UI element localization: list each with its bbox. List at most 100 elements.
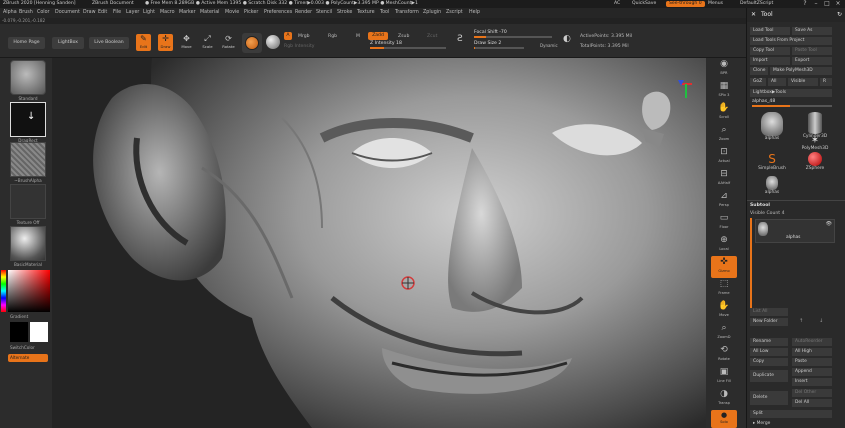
split-button[interactable]: Split bbox=[750, 410, 832, 418]
focal-shift-slider[interactable]: Focal Shift -70 bbox=[474, 30, 552, 38]
tool-panel-header[interactable]: ✕ Tool ↻ bbox=[747, 8, 845, 22]
mrgb-toggle[interactable]: Mrgb bbox=[298, 34, 310, 39]
visible-count-slider[interactable]: Visible Count 4 bbox=[750, 211, 843, 216]
dynamic-toggle[interactable]: Dynamic bbox=[540, 43, 558, 48]
secondary-color-swatch[interactable] bbox=[30, 322, 48, 342]
menu-stroke[interactable]: Stroke bbox=[337, 8, 352, 18]
menu-transform[interactable]: Transform bbox=[395, 8, 419, 18]
del-all-button[interactable]: Del All bbox=[792, 399, 832, 407]
solo-button[interactable]: ● Solo bbox=[711, 410, 737, 428]
scroll-button[interactable]: ✋ Scroll bbox=[711, 102, 737, 124]
menu-brush[interactable]: Brush bbox=[19, 8, 33, 18]
menus-button[interactable]: Menus bbox=[708, 0, 723, 8]
tool-thumb-alphas[interactable]: alphas bbox=[752, 112, 792, 144]
paste-subtool-button[interactable]: Paste bbox=[792, 358, 832, 366]
viewport-canvas[interactable] bbox=[52, 58, 706, 428]
linefill-button[interactable]: ▣ Line Fill bbox=[711, 366, 737, 388]
menu-zplugin[interactable]: Zplugin bbox=[423, 8, 441, 18]
save-as-button[interactable]: Save As bbox=[792, 27, 832, 35]
current-brush-button[interactable] bbox=[242, 33, 262, 53]
rotate-mode-button[interactable]: ⟳ Rotate bbox=[221, 34, 236, 51]
copy-subtool-button[interactable]: Copy bbox=[750, 358, 788, 366]
subtool-header[interactable]: Subtool bbox=[750, 203, 843, 208]
live-boolean-button[interactable]: Live Boolean bbox=[89, 37, 129, 49]
autoreorder-button[interactable]: AutoReorder bbox=[792, 338, 832, 346]
default-zscript[interactable]: DefaultZScript bbox=[740, 0, 773, 8]
see-through-slider[interactable]: See-through 0 bbox=[666, 1, 705, 7]
tool-thumb-simplebrush[interactable]: S SimpleBrush bbox=[752, 152, 792, 174]
clone-button[interactable]: Clone bbox=[750, 67, 768, 75]
persp-button[interactable]: ⊿ Persp bbox=[711, 190, 737, 212]
list-all-button[interactable]: List All bbox=[750, 308, 788, 316]
standard-brush-icon[interactable] bbox=[10, 60, 46, 95]
floor-button[interactable]: ▭ Floor bbox=[711, 212, 737, 234]
material-icon[interactable] bbox=[10, 226, 46, 261]
all-high-button[interactable]: All High bbox=[792, 348, 832, 356]
goz-all-button[interactable]: All bbox=[768, 78, 786, 86]
ac-button[interactable]: AC bbox=[614, 0, 620, 8]
draw-size-slider[interactable]: Draw Size 2 bbox=[474, 41, 524, 49]
a-toggle[interactable]: A bbox=[284, 32, 292, 40]
goz-r-button[interactable]: R bbox=[820, 78, 832, 86]
spix-button[interactable]: ▦ SPix 3 bbox=[711, 80, 737, 102]
load-tool-button[interactable]: Load Tool bbox=[750, 27, 790, 35]
switchcolor-label[interactable]: SwitchColor bbox=[10, 345, 56, 350]
subtool-scrollbar[interactable] bbox=[750, 218, 752, 308]
make-polymesh-button[interactable]: Make PolyMesh3D bbox=[770, 67, 832, 75]
insert-button[interactable]: Insert bbox=[792, 378, 832, 386]
local-button[interactable]: ⊕ Local bbox=[711, 234, 737, 256]
main-color-swatch[interactable] bbox=[10, 322, 28, 342]
lightbox-tools-button[interactable]: Lightbox▶Tools bbox=[750, 89, 832, 97]
import-button[interactable]: Import bbox=[750, 57, 790, 65]
aahalf-button[interactable]: ⊟ AAHalf bbox=[711, 168, 737, 190]
sculpt-render[interactable] bbox=[52, 58, 706, 428]
hue-strip[interactable] bbox=[1, 270, 6, 312]
frame-button[interactable]: ⬚ Frame bbox=[711, 278, 737, 300]
copy-tool-button[interactable]: Copy Tool bbox=[750, 47, 790, 55]
help-icon[interactable]: ? bbox=[800, 0, 810, 8]
zadd-toggle[interactable]: Zadd bbox=[368, 32, 388, 40]
gizmo-button[interactable]: ✜ Gizmo bbox=[711, 256, 737, 278]
zoom-button[interactable]: ⌕ Zoom bbox=[711, 124, 737, 146]
alternate-toggle[interactable]: Alternate bbox=[8, 354, 48, 362]
load-from-project-button[interactable]: Load Tools From Project bbox=[750, 37, 832, 45]
bpr-button[interactable]: ◉ BPR bbox=[711, 58, 737, 80]
menu-light[interactable]: Light bbox=[143, 8, 155, 18]
zoomd-button[interactable]: ⌕ ZoomD bbox=[711, 322, 737, 344]
dragrect-stroke-icon[interactable]: ↓ bbox=[10, 102, 46, 137]
minimize-icon[interactable]: – bbox=[811, 0, 821, 8]
collapse-icon[interactable]: ✕ bbox=[751, 8, 756, 22]
edit-mode-button[interactable]: ✎ Edit bbox=[136, 34, 151, 51]
brush-alpha-icon[interactable] bbox=[10, 142, 46, 177]
menu-stencil[interactable]: Stencil bbox=[316, 8, 332, 18]
delete-button[interactable]: Delete bbox=[750, 391, 788, 405]
menu-zscript[interactable]: Zscript bbox=[446, 8, 463, 18]
arrow-up-icon[interactable]: ↑ bbox=[799, 318, 803, 324]
actual-button[interactable]: ⊡ Actual bbox=[711, 146, 737, 168]
append-button[interactable]: Append bbox=[792, 368, 832, 376]
paste-tool-button[interactable]: Paste Tool bbox=[792, 47, 832, 55]
texture-icon[interactable] bbox=[10, 184, 46, 219]
close-icon[interactable]: × bbox=[833, 0, 843, 8]
move-view-button[interactable]: ✋ Move bbox=[711, 300, 737, 322]
eye-icon[interactable]: 👁 bbox=[826, 221, 832, 227]
tool-thumb-zsphere[interactable]: ZSphere bbox=[795, 152, 835, 174]
duplicate-button[interactable]: Duplicate bbox=[750, 370, 788, 382]
menu-preferences[interactable]: Preferences bbox=[264, 8, 292, 18]
move-mode-button[interactable]: ✥ Move bbox=[179, 34, 194, 51]
maximize-icon[interactable]: □ bbox=[822, 0, 832, 8]
menu-layer[interactable]: Layer bbox=[126, 8, 139, 18]
quicksave-button[interactable]: QuickSave bbox=[632, 0, 656, 8]
goz-visible-button[interactable]: Visible bbox=[788, 78, 818, 86]
menu-render[interactable]: Render bbox=[295, 8, 312, 18]
menu-marker[interactable]: Marker bbox=[179, 8, 196, 18]
lightbox-button[interactable]: LightBox bbox=[52, 37, 84, 49]
menu-edit[interactable]: Edit bbox=[98, 8, 107, 18]
menu-help[interactable]: Help bbox=[469, 8, 480, 18]
zcut-toggle[interactable]: Zcut bbox=[427, 34, 437, 39]
tool-thumb-alphas-2[interactable]: alphas bbox=[752, 176, 792, 198]
zsub-toggle[interactable]: Zsub bbox=[398, 34, 409, 39]
rotate-view-button[interactable]: ⟲ Rotate bbox=[711, 344, 737, 366]
goz-button[interactable]: GoZ bbox=[750, 78, 766, 86]
color-picker[interactable] bbox=[1, 270, 50, 312]
